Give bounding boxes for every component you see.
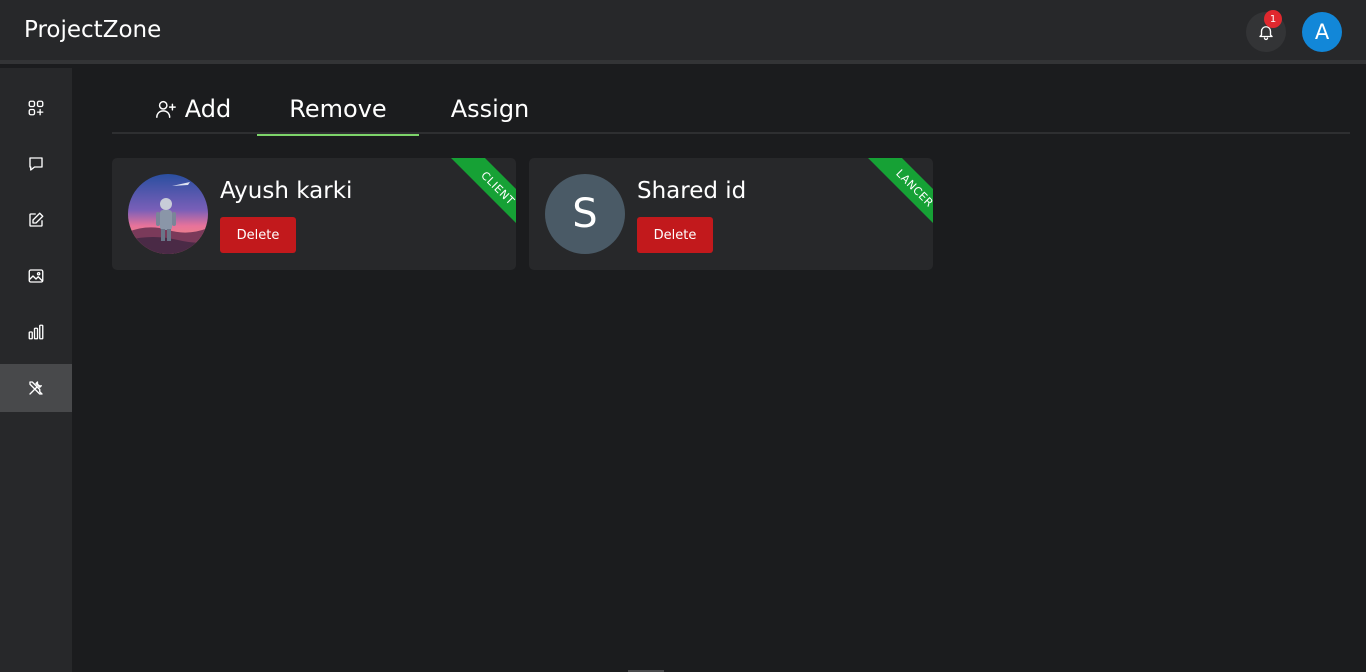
add-user-icon [155, 100, 176, 118]
notifications-button[interactable]: 1 [1246, 10, 1286, 52]
chat-icon [29, 157, 43, 171]
tab-remove[interactable]: Remove [257, 84, 419, 136]
role-ribbon-label: LANCER [864, 158, 933, 232]
sidebar-item-chat[interactable] [0, 140, 72, 188]
role-ribbon: LANCER [859, 158, 933, 232]
sidebar-item-images[interactable] [0, 252, 72, 300]
user-name: Ayush karki [220, 178, 353, 204]
tab-assign-label: Assign [450, 95, 530, 123]
sidebar [0, 68, 72, 672]
user-avatar-button[interactable]: A [1302, 12, 1342, 52]
user-card: Ayush karki Delete CLIENT [112, 158, 516, 270]
tab-remove-label: Remove [289, 95, 387, 123]
tab-assign[interactable]: Assign [430, 84, 550, 134]
sidebar-item-analytics[interactable] [0, 308, 72, 356]
sidebar-item-edit[interactable] [0, 196, 72, 244]
app-title[interactable]: ProjectZone [24, 17, 161, 43]
notification-count-badge: 1 [1264, 10, 1282, 28]
sidebar-item-apps[interactable] [0, 84, 72, 132]
image-icon [28, 269, 44, 283]
tab-add[interactable]: Add [128, 84, 258, 134]
tools-icon [29, 381, 43, 395]
tab-add-label: Add [184, 95, 232, 123]
user-name: Shared id [637, 178, 747, 204]
avatar: S [545, 174, 625, 254]
user-card: S Shared id Delete LANCER [529, 158, 933, 270]
avatar [128, 174, 208, 254]
sidebar-item-tools[interactable] [0, 364, 72, 412]
role-ribbon: CLIENT [442, 158, 516, 232]
delete-button[interactable]: Delete [637, 217, 713, 253]
delete-button[interactable]: Delete [220, 217, 296, 253]
astronaut-avatar-image [128, 174, 208, 254]
edit-icon [29, 212, 44, 227]
role-ribbon-label: CLIENT [447, 158, 516, 232]
top-bar: ProjectZone 1 A [0, 0, 1366, 64]
apps-add-icon [28, 100, 44, 116]
bar-chart-icon [28, 324, 44, 340]
tab-bar: Add Remove Assign [112, 84, 1350, 136]
